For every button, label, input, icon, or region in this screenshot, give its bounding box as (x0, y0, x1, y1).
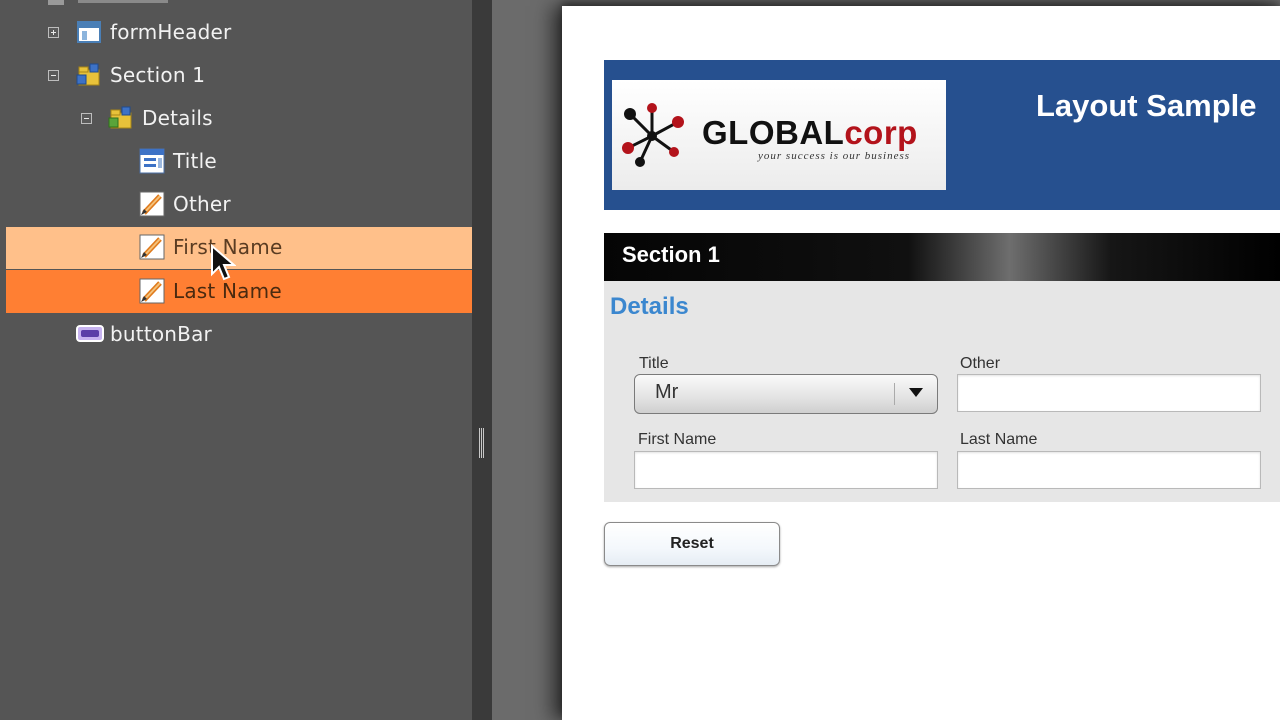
tree-item-buttonbar[interactable]: buttonBar (76, 314, 212, 354)
reset-button[interactable]: Reset (604, 522, 780, 566)
form-preview-area: GLOBALcorp your success is our business … (492, 0, 1280, 720)
section-header: Section 1 (604, 233, 1280, 281)
form-header-banner: GLOBALcorp your success is our business … (604, 60, 1280, 210)
tree-item-label: Other (173, 192, 231, 216)
outline-tree-panel: formHeader Section 1 Details Title Other (0, 0, 472, 720)
details-panel: Details Title Mr Other First Name Last N… (604, 281, 1280, 502)
text-field-pencil-icon (139, 234, 165, 260)
form-canvas: GLOBALcorp your success is our business … (562, 6, 1280, 720)
form-header-icon (76, 19, 102, 45)
tree-item-title[interactable]: Title (139, 141, 217, 181)
button-bar-icon (76, 321, 104, 347)
collapse-icon[interactable] (48, 70, 59, 81)
expand-icon[interactable] (48, 27, 59, 38)
chevron-down-icon[interactable] (909, 388, 923, 397)
logo-brand-a: GLOBAL (702, 114, 845, 151)
tree-item-label: Last Name (173, 279, 282, 303)
last-name-input[interactable] (957, 451, 1261, 489)
panel-splitter[interactable] (472, 0, 492, 720)
logo-brand-text: GLOBALcorp (702, 114, 918, 152)
first-name-label: First Name (638, 431, 717, 448)
section-folder-icon (76, 62, 102, 88)
last-name-label: Last Name (960, 431, 1038, 448)
logo-tagline: your success is our business (758, 150, 911, 162)
title-select-value: Mr (655, 381, 679, 403)
title-label: Title (639, 355, 669, 372)
tree-item-label: Section 1 (110, 63, 206, 87)
other-input[interactable] (957, 374, 1261, 412)
tree-item-label: buttonBar (110, 322, 212, 346)
tree-item-label: Title (173, 149, 217, 173)
details-folder-icon (108, 105, 134, 131)
tree-item-label: formHeader (110, 20, 232, 44)
logo-molecule-icon (622, 103, 684, 167)
company-logo: GLOBALcorp your success is our business (612, 80, 946, 190)
text-field-pencil-icon (139, 191, 165, 217)
other-label: Other (960, 355, 1001, 372)
text-field-pencil-icon (139, 278, 165, 304)
tree-item-section-1[interactable]: Section 1 (76, 55, 205, 95)
section-title: Section 1 (622, 242, 720, 267)
first-name-input[interactable] (634, 451, 938, 489)
title-select[interactable]: Mr (634, 374, 938, 414)
logo-brand-b: corp (844, 114, 918, 151)
tree-item-details[interactable]: Details (108, 98, 213, 138)
tree-item-label: Details (142, 106, 213, 130)
tree-item-other[interactable]: Other (139, 184, 231, 224)
dropdown-field-icon (139, 148, 165, 174)
collapse-icon[interactable] (81, 113, 92, 124)
tree-item-formheader[interactable]: formHeader (76, 12, 231, 52)
mouse-cursor-icon (211, 244, 236, 281)
splitter-grip-icon[interactable] (479, 428, 485, 458)
details-title: Details (610, 293, 689, 320)
select-separator (894, 383, 895, 405)
tree-item-cut-off (48, 0, 178, 5)
banner-title: Layout Sample (1036, 88, 1257, 123)
